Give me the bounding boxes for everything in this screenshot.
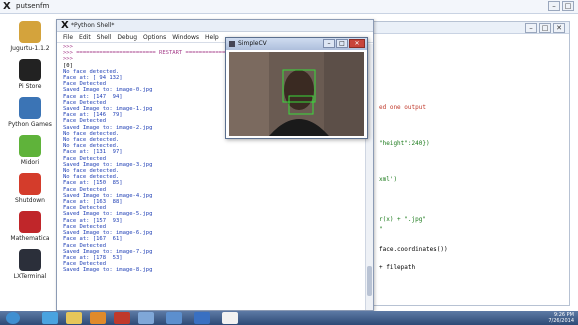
system-tray[interactable]: 9:26 PM 7/26/2014 — [548, 312, 574, 324]
simplecv-titlebar: SimpleCV – □ ✕ — [226, 38, 367, 50]
desktop: Jugurtu-1.1.2 Pi Store Python Games Midori S… — [0, 15, 578, 311]
window-icon[interactable] — [194, 312, 210, 324]
outer-maximize-button[interactable]: □ — [562, 1, 574, 11]
simplecv-window[interactable]: SimpleCV – □ ✕ — [225, 37, 368, 139]
editor-code-line: "height":240}) — [379, 140, 430, 147]
editor-minimize-button[interactable]: – — [525, 23, 537, 33]
x-icon[interactable] — [222, 312, 238, 324]
taskbar: 9:26 PM 7/26/2014 — [0, 311, 578, 325]
simplecv-maximize-button[interactable]: □ — [336, 39, 348, 48]
camera-image — [229, 52, 364, 136]
desktop-icon-label: LXTerminal — [13, 273, 47, 280]
outer-minimize-button[interactable]: – — [548, 1, 560, 11]
app-icon[interactable] — [114, 312, 130, 324]
ie-icon[interactable] — [42, 312, 58, 324]
desktop-icon-image — [19, 249, 41, 271]
desktop-icon[interactable]: Mathematica — [4, 211, 56, 242]
desktop-icon-label: Midori — [20, 159, 40, 166]
simplecv-minimize-button[interactable]: – — [323, 39, 335, 48]
desktop-icon-image — [19, 135, 41, 157]
outer-window-titlebar: X putsenfm – □ — [0, 0, 578, 14]
desktop-icon[interactable]: Python Games — [4, 97, 56, 128]
desktop-icon-image — [19, 211, 41, 233]
simplecv-title: SimpleCV — [238, 40, 267, 47]
editor-code-line: face.coordinates()) — [379, 246, 448, 253]
editor-close-button[interactable]: ✕ — [553, 23, 565, 33]
desktop-icon-image — [19, 59, 41, 81]
desktop-icon-label: Pi Store — [18, 83, 42, 90]
outer-window-title: putsenfm — [16, 2, 50, 10]
menu-edit[interactable]: Edit — [79, 34, 91, 41]
shell-scrollbar-thumb[interactable] — [367, 266, 372, 296]
shell-output-line: Saved Image to: image-8.jpg — [63, 267, 153, 274]
simplecv-close-button[interactable]: ✕ — [349, 39, 365, 48]
editor-code-line: + filepath — [379, 264, 416, 271]
desktop-icon-image — [19, 97, 41, 119]
editor-window[interactable]: – □ ✕ ed one output "height":240}) xml') r(… — [370, 21, 570, 306]
x-logo-icon: X — [61, 20, 69, 31]
editor-code-line: xml') — [379, 176, 398, 183]
desktop-icon[interactable]: Midori — [4, 135, 56, 166]
desktop-icon[interactable]: LXTerminal — [4, 249, 56, 280]
clock-date: 7/26/2014 — [548, 318, 574, 324]
menu-debug[interactable]: Debug — [117, 34, 137, 41]
shell-title: *Python Shell* — [71, 22, 115, 29]
desktop-icon-image — [19, 21, 41, 43]
menu-windows[interactable]: Windows — [172, 34, 199, 41]
media-icon[interactable] — [90, 312, 106, 324]
photo-icon[interactable] — [166, 312, 182, 324]
simplecv-app-icon — [229, 41, 235, 47]
editor-code-line: r(x) + ".jpg" — [379, 216, 426, 223]
menu-shell[interactable]: Shell — [97, 34, 112, 41]
desktop-icon[interactable]: Shutdown — [4, 173, 56, 204]
x-logo-icon: X — [3, 1, 11, 12]
start-orb[interactable] — [6, 312, 20, 324]
editor-titlebar: – □ ✕ — [371, 22, 569, 34]
shell-titlebar: X *Python Shell* — [57, 20, 373, 32]
editor-maximize-button[interactable]: □ — [539, 23, 551, 33]
menu-help[interactable]: Help — [205, 34, 219, 41]
menu-file[interactable]: File — [63, 34, 73, 41]
menu-options[interactable]: Options — [143, 34, 166, 41]
mail-icon[interactable] — [138, 312, 154, 324]
explorer-icon[interactable] — [66, 312, 82, 324]
desktop-icon[interactable]: Pi Store — [4, 59, 56, 90]
desktop-icon-label: Mathematica — [10, 235, 50, 242]
camera-frame — [229, 52, 364, 136]
desktop-icon[interactable]: Jugurtu-1.1.2 — [4, 21, 56, 52]
desktop-icon-image — [19, 173, 41, 195]
desktop-icon-label: Shutdown — [15, 197, 45, 204]
desktop-icon-label: Jugurtu-1.1.2 — [10, 45, 50, 52]
editor-code-line: " — [379, 226, 383, 233]
desktop-icon-label: Python Games — [8, 121, 52, 128]
editor-code-line: ed one output — [379, 104, 426, 111]
